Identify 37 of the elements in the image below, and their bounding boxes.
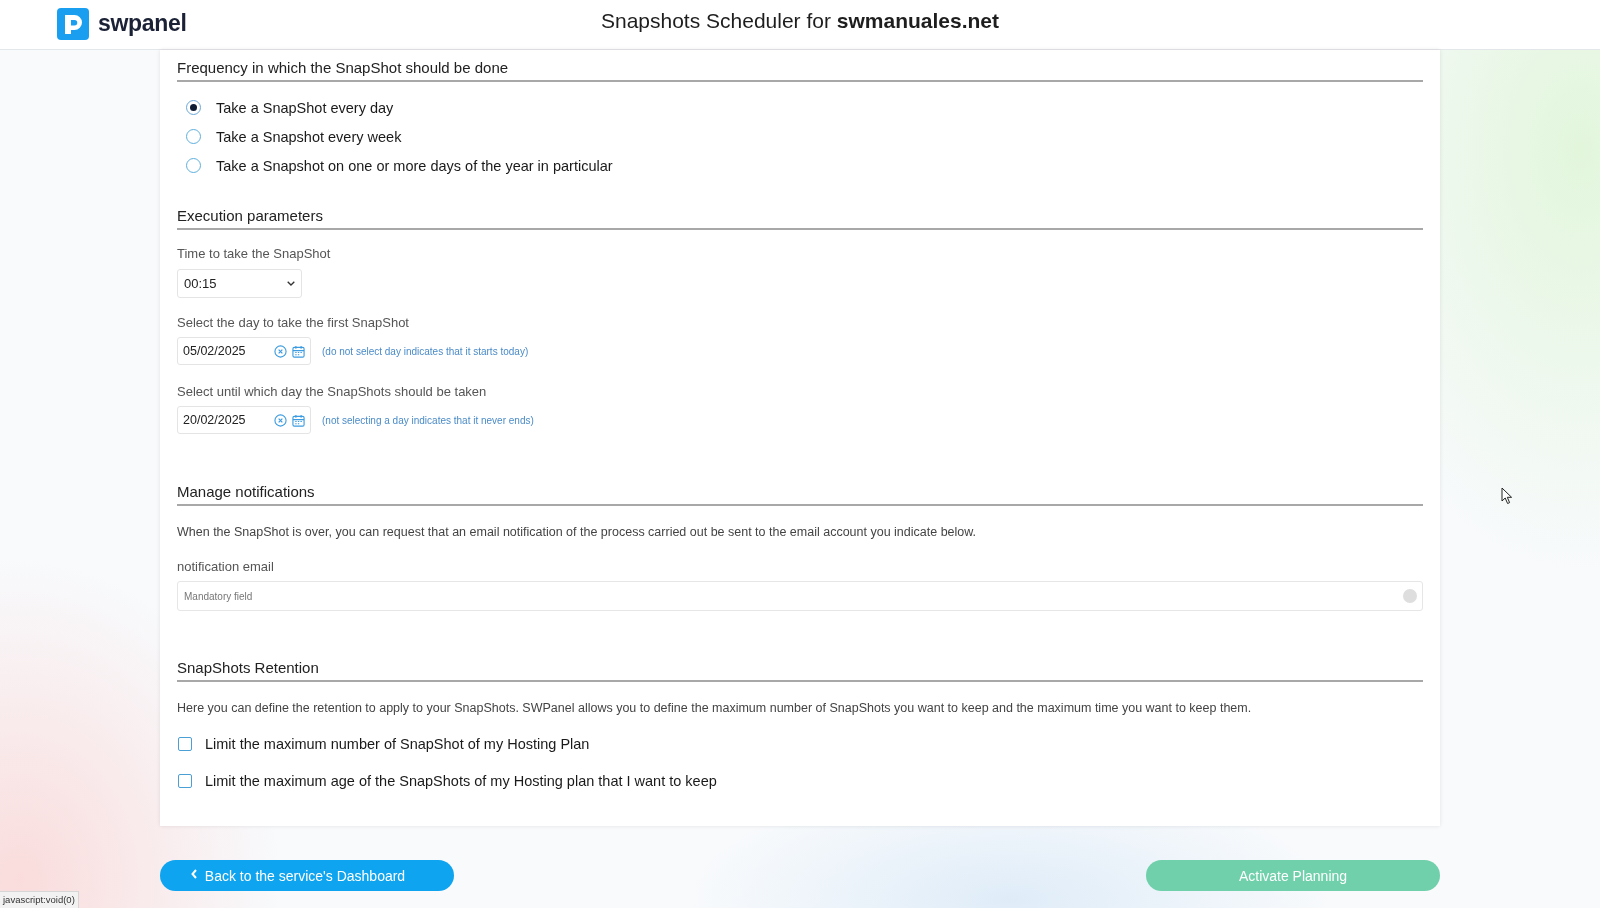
field-label: Select the day to take the first SnapShot xyxy=(177,315,409,331)
checkbox[interactable] xyxy=(178,774,192,788)
time-select[interactable]: 00:15 xyxy=(177,269,302,298)
checkbox-label[interactable]: Limit the maximum number of SnapShot of my Hosting Plan xyxy=(205,736,590,752)
radio-label[interactable]: Take a Snapshot on one or more days of the year in particular xyxy=(216,157,613,174)
status-bar-url: javascript:void(0) xyxy=(0,891,79,908)
radio-button[interactable] xyxy=(186,100,201,115)
section-description: When the SnapShot is over, you can request that an email notification of the process carried out be sent to the email account you indicate below. xyxy=(177,524,977,540)
field-label: Time to take the SnapShot xyxy=(177,246,331,262)
chevron-left-icon xyxy=(190,869,197,879)
section-heading: Execution parameters xyxy=(177,207,323,224)
section-heading: Manage notifications xyxy=(177,483,315,500)
field-label: notification email xyxy=(177,559,274,575)
cursor-icon xyxy=(1501,487,1513,505)
radio-button[interactable] xyxy=(186,129,201,144)
email-field[interactable]: Mandatory field xyxy=(177,581,1423,611)
checkbox-label[interactable]: Limit the maximum age of the SnapShots of my Hosting plan that I want to keep xyxy=(205,773,717,789)
calendar-icon[interactable] xyxy=(292,413,305,427)
radio-label[interactable]: Take a Snapshot every week xyxy=(216,128,402,145)
logo-icon xyxy=(57,7,89,40)
section-description: Here you can define the retention to apply to your SnapShots. SWPanel allows you to define the maximum number of SnapShots you want to keep and the maximum time you want to keep them. xyxy=(177,700,1252,716)
date-field[interactable]: 05/02/2025 xyxy=(177,337,311,365)
date-field[interactable]: 20/02/2025 xyxy=(177,406,311,434)
chevron-down-icon xyxy=(287,281,295,286)
section-heading: Frequency in which the SnapShot should be done xyxy=(177,59,509,76)
logo-text: swpanel xyxy=(98,10,187,37)
calendar-icon[interactable] xyxy=(292,344,305,358)
field-hint: (do not select day indicates that it starts today) xyxy=(322,345,529,357)
field-hint: (not selecting a day indicates that it never ends) xyxy=(322,414,534,426)
clear-icon[interactable] xyxy=(274,413,287,427)
page-title: Snapshots Scheduler for swmanuales.net xyxy=(600,8,999,33)
checkbox[interactable] xyxy=(178,737,192,751)
radio-button[interactable] xyxy=(186,158,201,173)
radio-label[interactable]: Take a SnapShot every day xyxy=(216,99,394,116)
clear-icon[interactable] xyxy=(274,344,287,358)
field-label: Select until which day the SnapShots should be taken xyxy=(177,384,487,400)
section-heading: SnapShots Retention xyxy=(177,659,319,676)
